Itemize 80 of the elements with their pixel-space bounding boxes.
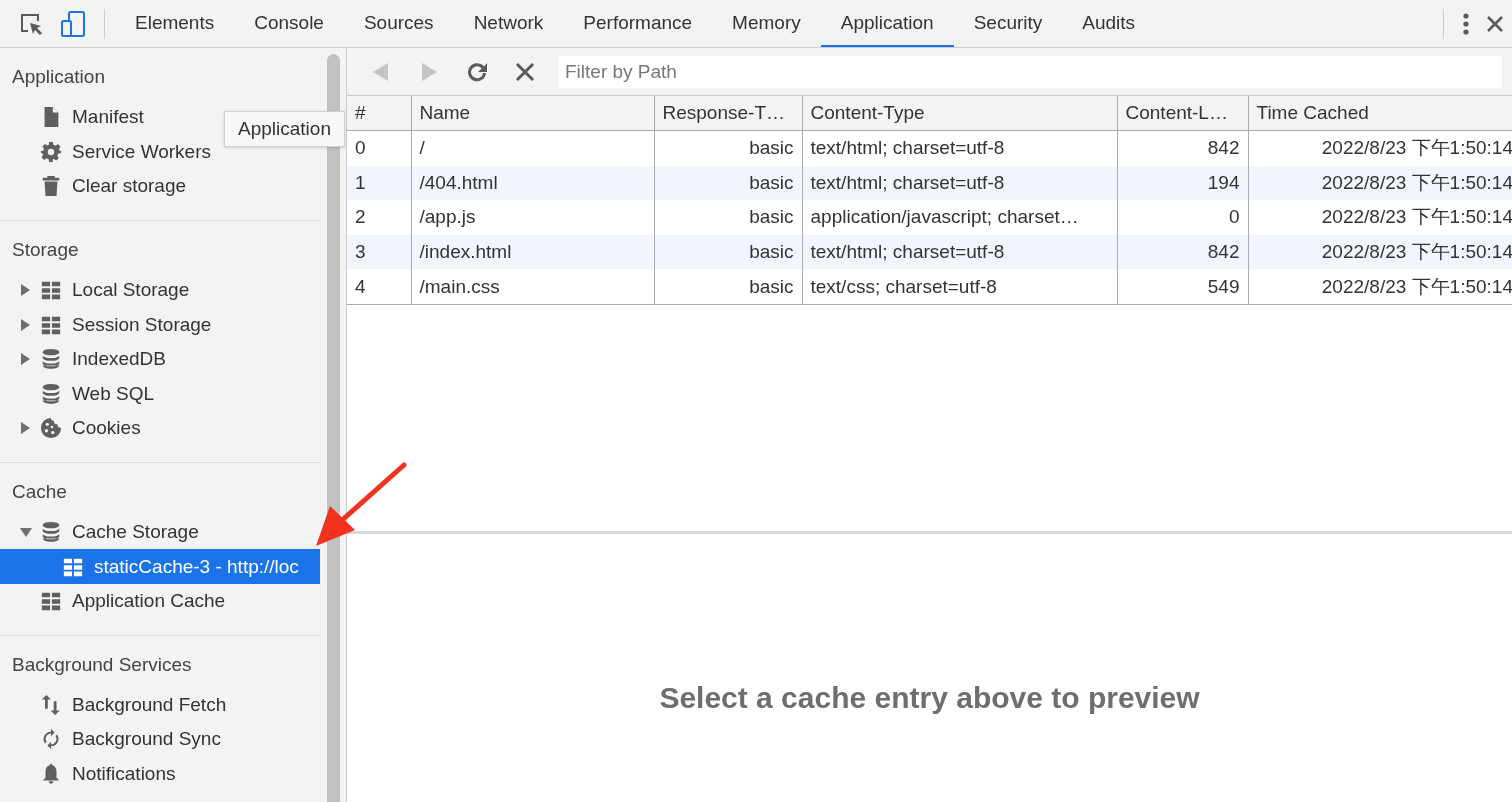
table-cell: 2 (347, 200, 411, 235)
table-cell: basic (654, 165, 802, 201)
table-cell: 842 (1117, 234, 1248, 270)
database-icon (40, 348, 62, 371)
panel-tab[interactable]: Performance (563, 0, 713, 47)
expand-arrow-icon[interactable] (20, 422, 30, 435)
column-header[interactable]: Content-Type (802, 96, 1117, 131)
section-heading: Storage (11, 238, 80, 261)
panel-tab[interactable]: Memory (712, 0, 821, 47)
filter-field[interactable]: Filter by Path (559, 55, 1502, 88)
database-icon (40, 521, 62, 544)
table-cell: basic (654, 234, 802, 270)
expand-arrow-icon[interactable] (20, 318, 30, 331)
collapse-arrow-icon[interactable] (20, 527, 32, 538)
sidebar-item[interactable]: Session Storage (0, 307, 320, 342)
table-cell: 549 (1117, 269, 1248, 305)
section-heading: Application (11, 66, 106, 88)
sidebar-item[interactable]: Background Sync (0, 722, 320, 757)
table-cell: application/javascript; charset… (802, 200, 1117, 235)
table-cell: /app.js (411, 200, 654, 235)
table-cell: 0 (347, 130, 411, 166)
sidebar-item[interactable]: Cache Storage (0, 514, 320, 550)
sidebar-item[interactable]: Web SQL (0, 376, 320, 412)
expand-arrow-icon[interactable] (20, 353, 30, 366)
sidebar-item[interactable]: IndexedDB (0, 341, 320, 377)
tooltip: Application (224, 111, 345, 147)
sidebar-item[interactable]: Notifications (0, 756, 320, 792)
expand-arrow-icon[interactable] (20, 284, 30, 297)
panel-tab[interactable]: Elements (115, 0, 235, 47)
sidebar-item[interactable]: Local Storage (0, 272, 320, 308)
table-cell: 2022/8/23 下午1:50:14 (1248, 200, 1512, 235)
section-heading: Background Services (11, 653, 193, 676)
table-icon (40, 590, 62, 613)
sidebar-item[interactable]: Clear storage (0, 169, 320, 204)
close-icon[interactable] (1486, 14, 1504, 33)
panel-tab[interactable]: Sources (343, 0, 454, 47)
database-icon (40, 382, 62, 405)
table-cell: /main.css (411, 269, 654, 305)
column-header[interactable]: Time Cached (1248, 96, 1512, 131)
table-cell: 1 (347, 165, 411, 201)
table-cell: /index.html (411, 234, 654, 270)
sidebar-item[interactable]: staticCache-3 - http://loc (0, 549, 320, 584)
table-cell: text/css; charset=utf-8 (802, 269, 1117, 305)
trash-icon (40, 175, 62, 198)
panel-tab[interactable]: Network (453, 0, 564, 47)
column-header[interactable]: Name (411, 96, 654, 131)
settings-icon (40, 140, 62, 163)
more-menu-icon[interactable] (1462, 11, 1470, 36)
column-header[interactable]: # (347, 96, 411, 131)
table-icon (40, 279, 62, 302)
table-cell: / (411, 130, 654, 166)
preview-message: Select a cache entry above to preview (659, 681, 1200, 715)
table-cell: 3 (347, 234, 411, 270)
table-cell: 2022/8/23 下午1:50:14 (1248, 165, 1512, 201)
sidebar-item[interactable]: Background Fetch (0, 687, 320, 723)
panel-tab[interactable]: Console (234, 0, 344, 47)
table-cell: basic (654, 269, 802, 305)
column-header[interactable]: Content-L… (1117, 96, 1248, 131)
table-cell: 4 (347, 269, 411, 305)
table-cell: /404.html (411, 165, 654, 201)
panel-tab[interactable]: Audits (1062, 0, 1156, 47)
sidebar-item[interactable]: Application Cache (0, 583, 320, 619)
table-cell: text/html; charset=utf-8 (802, 165, 1117, 201)
table-cell: 2022/8/23 下午1:50:14 (1248, 269, 1512, 305)
table-cell: 0 (1117, 200, 1248, 235)
cookie-icon (40, 417, 62, 440)
panel-tab[interactable]: Security (953, 0, 1063, 47)
table-cell: 194 (1117, 165, 1248, 201)
device-toolbar-button[interactable] (60, 9, 86, 38)
table-cell: text/html; charset=utf-8 (802, 130, 1117, 166)
table-cell: 842 (1117, 130, 1248, 166)
up-down-arrows-icon (40, 693, 62, 716)
table-cell: 2022/8/23 下午1:50:14 (1248, 130, 1512, 166)
column-header[interactable]: Response-T… (654, 96, 802, 131)
section-heading: Cache (11, 480, 68, 503)
table-cell: 2022/8/23 下午1:50:14 (1248, 234, 1512, 270)
sidebar-item[interactable]: Cookies (0, 411, 320, 446)
table-cell: basic (654, 130, 802, 166)
table-cell: basic (654, 200, 802, 235)
table-cell: text/html; charset=utf-8 (802, 234, 1117, 270)
